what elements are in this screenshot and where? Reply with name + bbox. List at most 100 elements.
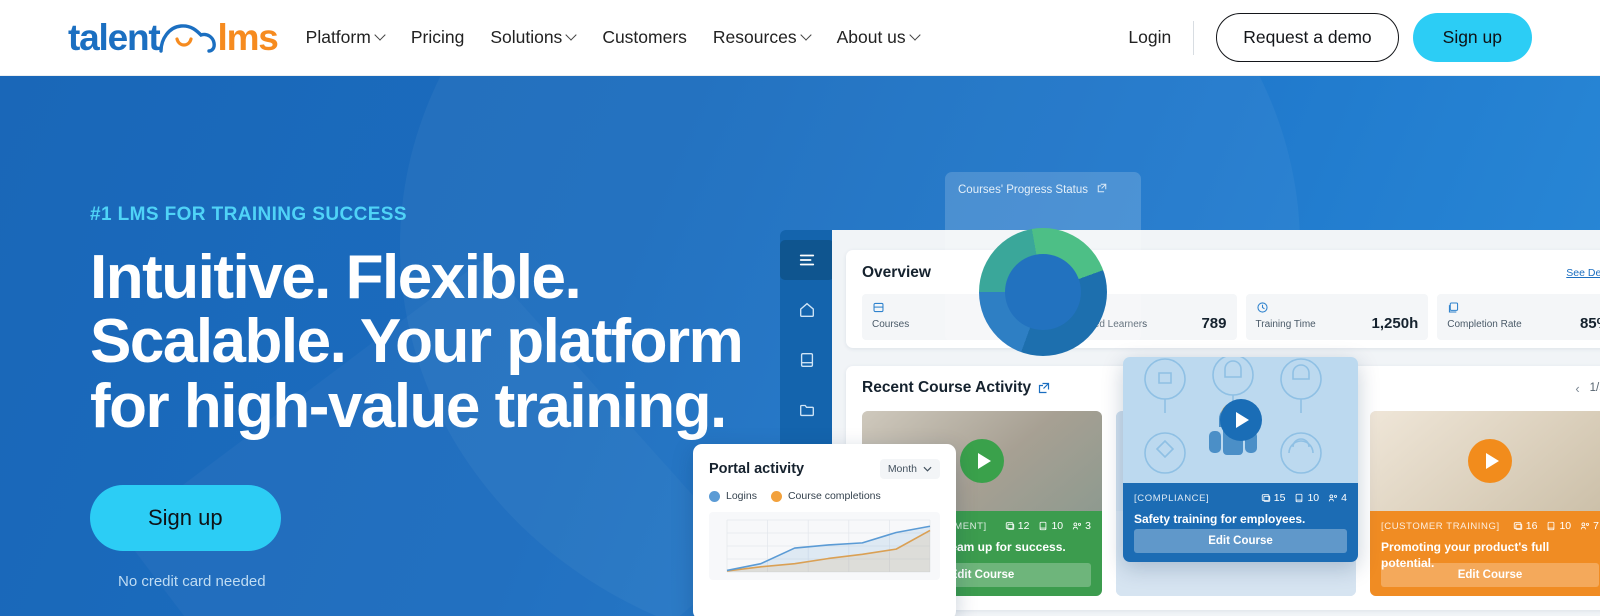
course-title: Safety training for employees. <box>1134 512 1306 526</box>
stat-lessons: 15 <box>1261 492 1286 504</box>
nav-label: Solutions <box>490 27 563 47</box>
portal-activity-chart <box>709 512 940 580</box>
recent-activity-title: Recent Course Activity <box>862 379 1032 396</box>
hero-section: #1 LMS FOR TRAINING SUCCESS Intuitive. F… <box>0 76 1600 616</box>
legend-swatch <box>709 490 720 502</box>
course-category: [CUSTOMER TRAINING] <box>1381 520 1500 532</box>
stat-value: 789 <box>1201 315 1227 332</box>
portal-activity-title: Portal activity <box>709 461 805 477</box>
edit-course-button[interactable]: Edit Course <box>1381 563 1599 587</box>
courses-progress-status-card: Courses' Progress Status <box>945 172 1141 356</box>
chevron-down-icon <box>911 31 920 40</box>
nav-label: Platform <box>305 27 371 47</box>
signup-button-header[interactable]: Sign up <box>1412 13 1532 62</box>
compliance-thumbnail <box>1123 357 1358 483</box>
edit-course-button[interactable]: Edit Course <box>1134 529 1347 553</box>
compliance-meta-row: [COMPLIANCE] 15 10 4 <box>1134 492 1347 504</box>
stat-value: 10 <box>1051 520 1064 532</box>
stat-completion-rate: Completion Rate 85% <box>1437 294 1600 340</box>
nav-label: Customers <box>602 27 687 47</box>
request-demo-button[interactable]: Request a demo <box>1216 13 1399 62</box>
logo-text-talent: talent <box>68 16 161 58</box>
stat-units: 10 <box>1294 492 1319 504</box>
nav-item-pricing[interactable]: Pricing <box>411 27 465 48</box>
course-stats: 12 10 3 <box>1005 520 1091 532</box>
stat-value: 10 <box>1559 520 1572 532</box>
course-thumbnail <box>1370 411 1600 511</box>
play-icon[interactable] <box>1468 439 1512 483</box>
legend-logins: Logins <box>709 490 757 502</box>
compliance-card-body: [COMPLIANCE] 15 10 4 Safety training for… <box>1123 483 1358 562</box>
portal-activity-header: Portal activity Month <box>709 459 940 479</box>
cloud-smile-mark-icon <box>157 21 219 55</box>
progress-donut-chart <box>979 228 1107 356</box>
course-card-customer-training[interactable]: [CUSTOMER TRAINING] 16 10 7 Promoting yo… <box>1370 411 1600 596</box>
pager-count: 1/5 <box>1589 382 1600 394</box>
stat-value: 10 <box>1307 492 1320 504</box>
nav-label: About us <box>836 27 906 47</box>
stat-value: 4 <box>1341 492 1347 504</box>
stat-value: 3 <box>1085 520 1091 532</box>
site-header: talent lms Platform Pricing Solutions Cu… <box>0 0 1600 76</box>
nav-item-customers[interactable]: Customers <box>602 27 687 48</box>
stat-value: 12 <box>1017 520 1030 532</box>
stat-learners: 3 <box>1072 520 1091 532</box>
header-divider <box>1193 20 1195 55</box>
stat-lessons: 16 <box>1513 520 1538 532</box>
stat-training-time: Training Time 1,250h <box>1245 294 1429 340</box>
nav-item-platform[interactable]: Platform <box>306 27 385 48</box>
overview-title: Overview <box>862 264 931 281</box>
login-link[interactable]: Login <box>1128 27 1193 48</box>
play-icon[interactable] <box>960 439 1004 483</box>
period-label: Month <box>887 463 917 475</box>
progress-card-title: Courses' Progress Status <box>958 184 1089 196</box>
course-meta-row: [CUSTOMER TRAINING] 16 10 7 <box>1381 520 1599 532</box>
period-selector[interactable]: Month <box>879 459 940 479</box>
external-link-icon[interactable] <box>1097 183 1107 196</box>
stat-learners: 7 <box>1580 520 1599 532</box>
stat-learners: 4 <box>1328 492 1347 504</box>
area-chart <box>726 519 931 573</box>
hero-eyebrow: #1 LMS FOR TRAINING SUCCESS <box>90 204 407 225</box>
external-link-icon[interactable] <box>1038 382 1050 394</box>
nav-item-about-us[interactable]: About us <box>837 27 920 48</box>
header-actions: Login Request a demo Sign up <box>1128 13 1532 62</box>
chevron-down-icon <box>567 31 576 40</box>
chevron-down-icon <box>923 466 932 472</box>
hero-headline: Intuitive. Flexible. Scalable. Your plat… <box>90 243 744 441</box>
chevron-down-icon <box>376 31 385 40</box>
chart-legend: Logins Course completions <box>709 490 940 502</box>
course-stats: 15 10 4 <box>1261 492 1347 504</box>
stat-units: 10 <box>1038 520 1063 532</box>
stat-value: 16 <box>1525 520 1538 532</box>
legend-label: Logins <box>726 490 757 502</box>
legend-label: Course completions <box>787 490 881 502</box>
compliance-course-card[interactable]: [COMPLIANCE] 15 10 4 Safety training for… <box>1123 357 1358 562</box>
nav-label: Pricing <box>410 27 465 47</box>
nav-item-solutions[interactable]: Solutions <box>490 27 576 48</box>
see-details-link[interactable]: See Details <box>1566 267 1600 279</box>
play-icon[interactable] <box>1219 399 1262 441</box>
main-nav: Platform Pricing Solutions Customers Res… <box>306 27 920 48</box>
course-stats: 16 10 7 <box>1513 520 1599 532</box>
nav-label: Resources <box>712 27 797 47</box>
legend-course-completions: Course completions <box>770 490 881 502</box>
nav-item-resources[interactable]: Resources <box>713 27 811 48</box>
course-category: [COMPLIANCE] <box>1134 492 1210 504</box>
course-pager: ‹ 1/5 › <box>1575 381 1600 396</box>
signup-button-hero[interactable]: Sign up <box>90 485 281 552</box>
clock-icon <box>1256 301 1419 316</box>
legend-swatch <box>770 490 782 502</box>
stat-value: 7 <box>1593 520 1599 532</box>
completion-icon <box>1447 301 1600 316</box>
portal-activity-card: Portal activity Month Logins Course comp… <box>693 444 956 616</box>
chevron-left-icon[interactable]: ‹ <box>1575 381 1579 396</box>
stat-label: Completion Rate <box>1447 319 1522 330</box>
stat-units: 10 <box>1546 520 1571 532</box>
stat-value: 1,250h <box>1371 315 1419 332</box>
stat-value: 85% <box>1579 315 1600 332</box>
stat-value: 15 <box>1273 492 1286 504</box>
landing-page: talent lms Platform Pricing Solutions Cu… <box>0 0 1600 616</box>
logo-text-lms: lms <box>217 16 278 58</box>
talentlms-logo[interactable]: talent lms <box>68 16 279 59</box>
